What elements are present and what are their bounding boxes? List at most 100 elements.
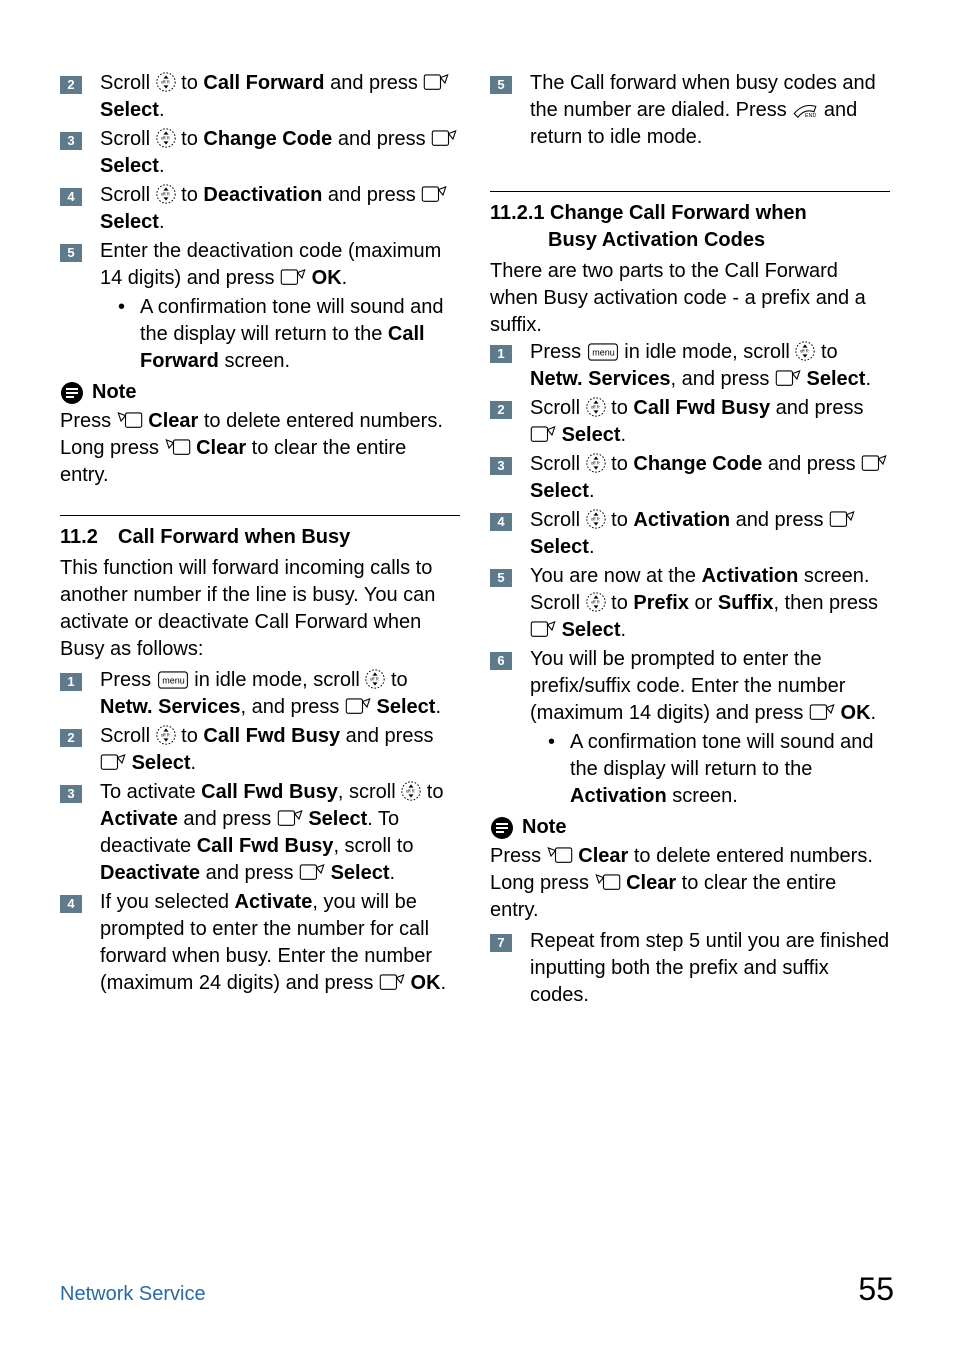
text: to [606,509,634,531]
menu-key-icon [157,671,189,689]
softkey-label: OK [411,972,441,994]
menu-item: Call Fwd Busy [201,781,338,803]
text: in idle mode, scroll [189,669,366,691]
softkey-label: Select [807,368,866,390]
text: or [689,592,718,614]
text: , scroll to [333,835,413,857]
step-4r: 4 Scroll to Activation and press Select. [490,507,890,561]
step-7r: 7 Repeat from step 5 until you are finis… [490,928,890,1009]
text: , and press [240,696,345,718]
step-2r: 2 Scroll to Call Fwd Busy and press Sele… [490,395,890,449]
footer-section-name: Network Service [60,1283,206,1306]
text: Scroll [100,184,156,206]
text: If you selected [100,891,235,913]
menu-item: Deactivate [100,862,200,884]
softkey-label: Select [132,752,191,774]
note-body: Press Clear to delete entered numbers. L… [490,843,890,924]
menu-item: Call Fwd Busy [633,397,770,419]
softkey-label: Select [100,99,159,121]
softkey-left-icon [299,864,325,882]
text: in idle mode, scroll [619,341,796,363]
step-4: 4 Scroll to Deactivation and press Selec… [60,182,460,236]
text: Scroll [530,453,586,475]
text: and press [762,453,861,475]
section-heading-11-2: 11.2 Call Forward when Busy [60,524,460,551]
step-3b: 3 To activate Call Fwd Busy, scroll to A… [60,779,460,887]
softkey-label: Select [100,211,159,233]
step-5x: 5 You are now at the Activation screen. … [490,563,890,644]
text: to [606,592,634,614]
softkey-right-icon [117,412,143,430]
text: Scroll [530,397,586,419]
text: You are now at the [530,565,702,587]
text: and press [200,862,299,884]
step-number: 2 [490,401,512,419]
text: To activate [100,781,201,803]
step-number: 3 [490,457,512,475]
softkey-right-icon [165,439,191,457]
text: and press [332,128,431,150]
section-rule [490,191,890,192]
step-6r: 6 You will be prompted to enter the pref… [490,646,890,727]
text: to [815,341,837,363]
softkey-left-icon [423,74,449,92]
softkey-label: Clear [148,410,198,432]
menu-item: Netw. Services [100,696,240,718]
note-heading: Note [490,814,890,841]
text: Press [490,845,547,867]
page-footer: Network Service 55 [60,1271,894,1308]
footer-page-number: 55 [858,1271,894,1308]
menu-item: Activate [100,808,178,830]
page-columns: 2 Scroll to Call Forward and press Selec… [60,70,894,1011]
text: A confirmation tone will sound and the d… [570,731,874,780]
nav-icon [586,509,606,529]
note-label: Note [522,814,566,841]
menu-item: Activation [633,509,730,531]
text: , scroll [338,781,401,803]
text: and press [340,725,433,747]
step-4b: 4 If you selected Activate, you will be … [60,889,460,997]
nav-icon [365,669,385,689]
softkey-left-icon [100,754,126,772]
softkey-label: Select [562,424,621,446]
note-icon [60,381,84,405]
text: and press [322,184,421,206]
step-3: 3 Scroll to Change Code and press Select… [60,126,460,180]
menu-item: Change Code [203,128,332,150]
text: to [176,725,204,747]
step-number: 5 [490,76,512,94]
nav-icon [156,725,176,745]
step-number: 4 [60,895,82,913]
softkey-label: Clear [626,872,676,894]
text: Scroll [100,128,156,150]
softkey-left-icon [421,186,447,204]
softkey-label: Select [331,862,390,884]
step-number: 3 [60,132,82,150]
softkey-label: OK [312,267,342,289]
step-number: 4 [490,513,512,531]
menu-item: Change Code [633,453,762,475]
softkey-left-icon [829,511,855,529]
section-rule [60,515,460,516]
softkey-label: Clear [578,845,628,867]
softkey-label: Select [530,536,589,558]
screen-name: Activation [570,785,667,807]
step-1r: 1 Press in idle mode, scroll to Netw. Se… [490,339,890,393]
text: to [421,781,443,803]
text: to [385,669,407,691]
left-column: 2 Scroll to Call Forward and press Selec… [60,70,460,1011]
softkey-label: Select [100,155,159,177]
step-number: 4 [60,188,82,206]
menu-item: Suffix [718,592,774,614]
softkey-left-icon [775,370,801,388]
right-column: 5 The Call forward when busy codes and t… [490,70,890,1011]
step-2b: 2 Scroll to Call Fwd Busy and press Sele… [60,723,460,777]
step-number: 6 [490,652,512,670]
softkey-label: Select [308,808,367,830]
step-number: 3 [60,785,82,803]
text: to [176,184,204,206]
step-number: 1 [490,345,512,363]
text: to [606,453,634,475]
nav-icon [586,453,606,473]
paragraph: There are two parts to the Call Forward … [490,258,890,339]
